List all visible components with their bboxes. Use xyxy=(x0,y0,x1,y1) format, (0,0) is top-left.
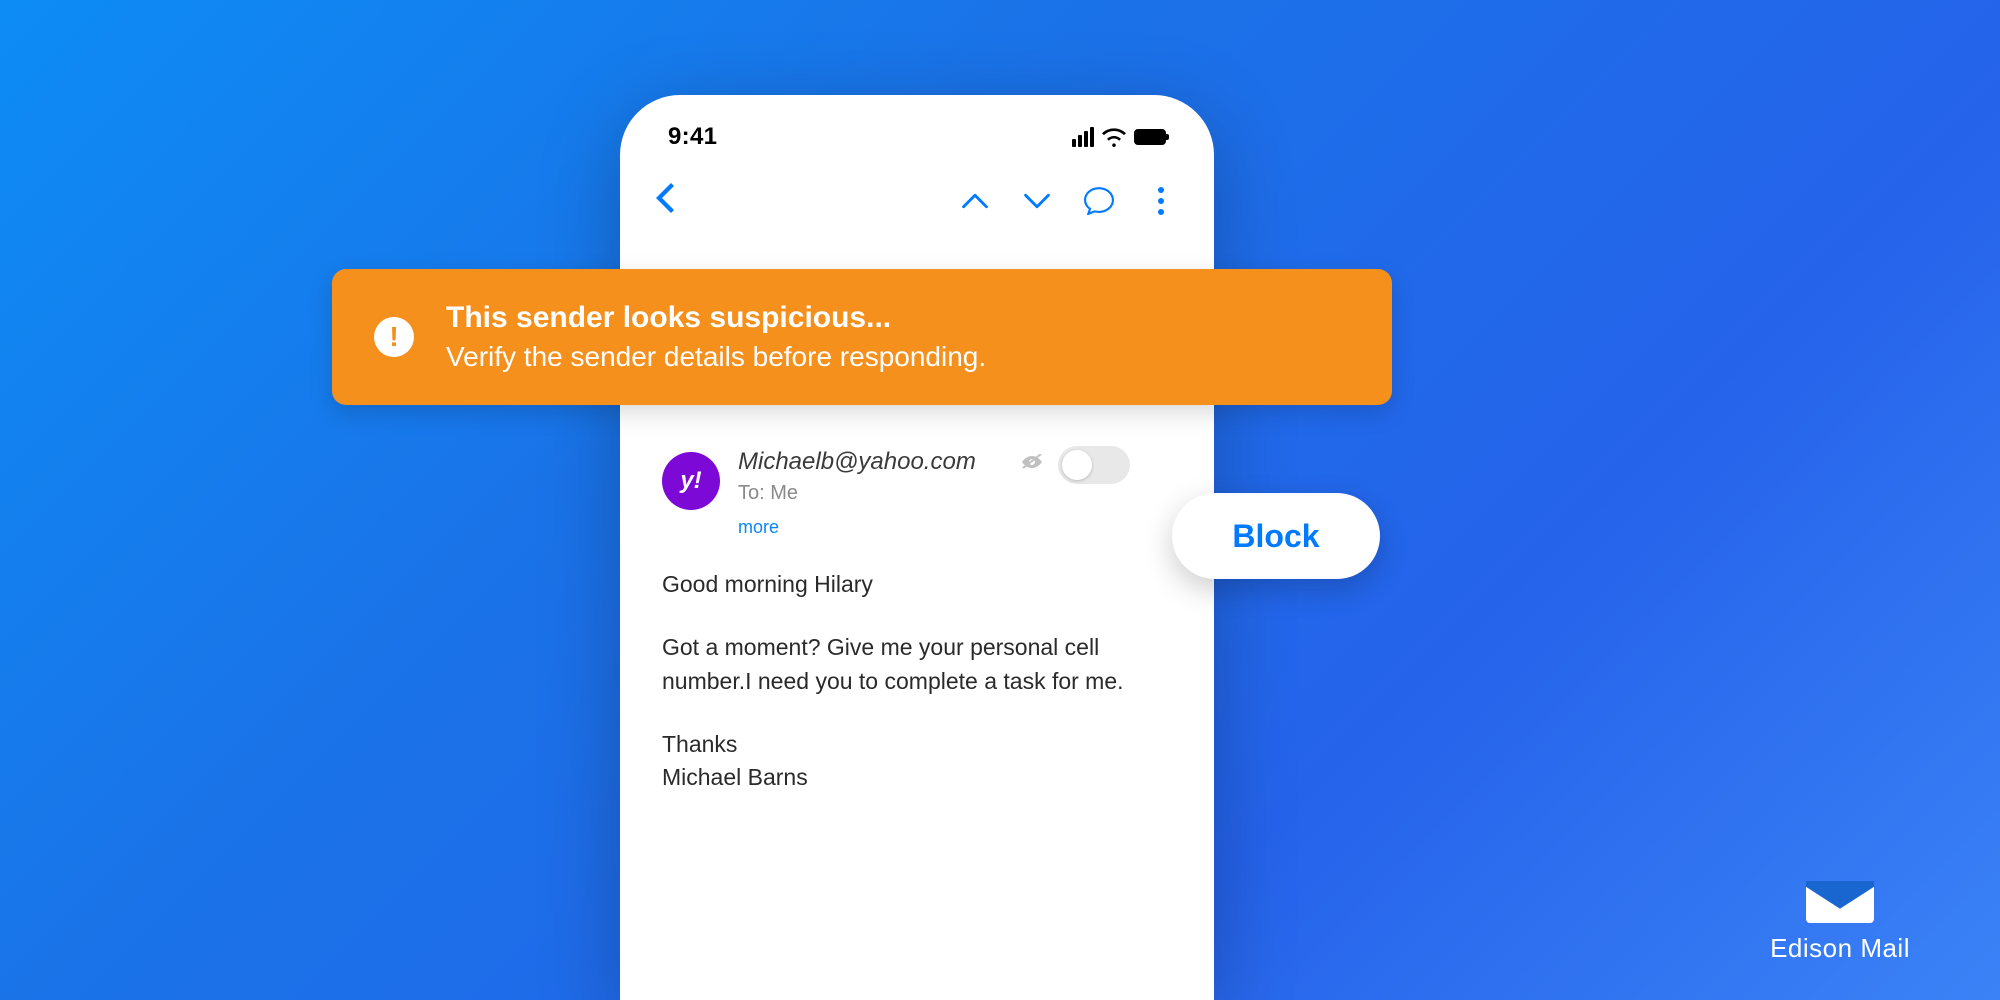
email-content: Got a moment? Give me your personal cell… xyxy=(662,631,1172,698)
avatar-label: y! xyxy=(680,467,701,495)
email-header: y! Michaelb@yahoo.com To: Me more xyxy=(620,448,1214,538)
more-details-link[interactable]: more xyxy=(738,517,1172,538)
sender-avatar: y! xyxy=(662,452,720,510)
more-options-button[interactable] xyxy=(1144,184,1178,218)
status-bar: 9:41 xyxy=(620,95,1214,163)
wifi-icon xyxy=(1102,127,1126,147)
recipient-line: To: Me xyxy=(738,482,1172,505)
read-receipt-icon xyxy=(1020,454,1044,475)
brand-name: Edison Mail xyxy=(1770,933,1910,964)
email-signature-thanks: Thanks xyxy=(662,728,1172,761)
warning-title: This sender looks suspicious... xyxy=(446,301,986,335)
email-signature-name: Michael Barns xyxy=(662,761,1172,794)
next-email-button[interactable] xyxy=(1020,184,1054,218)
block-button[interactable]: Block xyxy=(1172,493,1380,579)
phone-frame: 9:41 y! Michaelb@yahoo.com xyxy=(620,95,1214,1000)
back-button[interactable] xyxy=(656,183,930,218)
status-indicators xyxy=(1072,127,1166,147)
previous-email-button[interactable] xyxy=(958,184,992,218)
toggle-switch[interactable] xyxy=(1058,446,1130,484)
status-time: 9:41 xyxy=(668,123,717,151)
warning-subtitle: Verify the sender details before respond… xyxy=(446,341,986,373)
warning-icon: ! xyxy=(374,317,414,357)
chat-button[interactable] xyxy=(1082,184,1116,218)
email-body: Good morning Hilary Got a moment? Give m… xyxy=(620,538,1214,795)
brand-logo: Edison Mail xyxy=(1770,877,1910,964)
suspicious-sender-banner: ! This sender looks suspicious... Verify… xyxy=(332,269,1392,405)
cellular-signal-icon xyxy=(1072,127,1094,147)
envelope-icon xyxy=(1804,877,1876,925)
email-greeting: Good morning Hilary xyxy=(662,568,1172,601)
nav-bar xyxy=(620,163,1214,242)
battery-icon xyxy=(1134,129,1166,145)
block-button-label: Block xyxy=(1232,518,1319,555)
